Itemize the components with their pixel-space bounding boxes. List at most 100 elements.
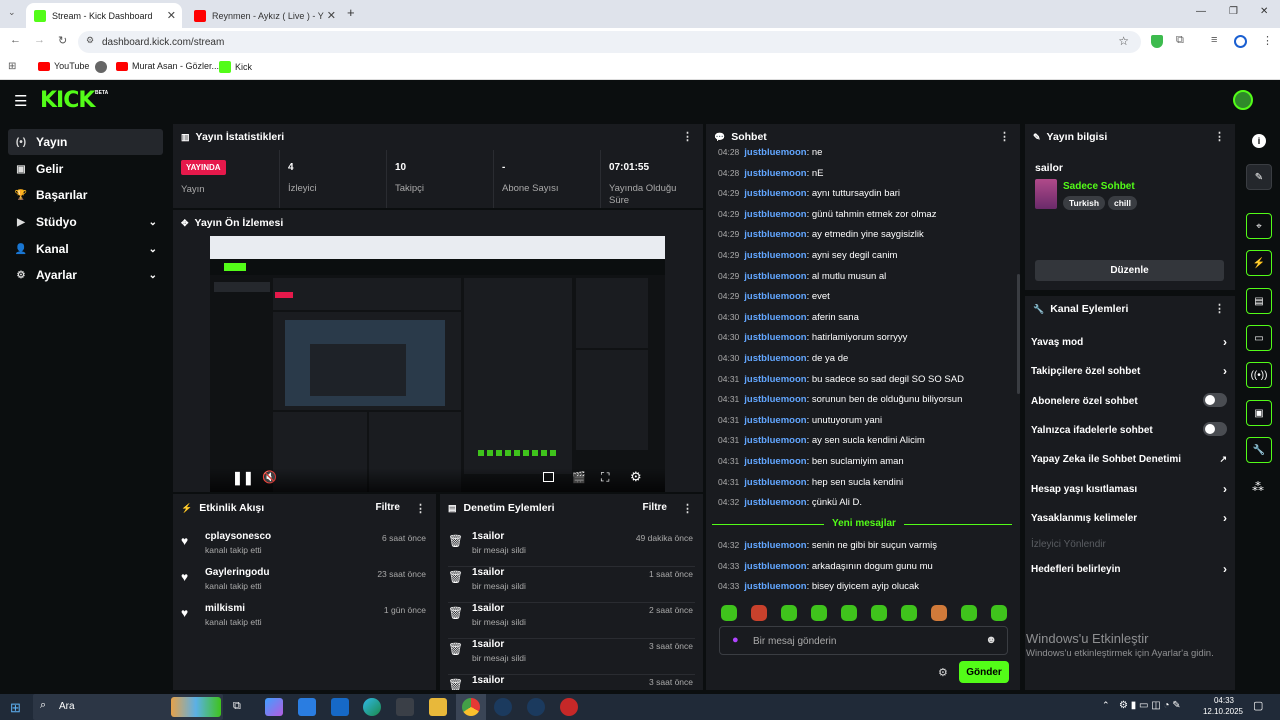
more-options-icon[interactable]: ⋮ xyxy=(999,130,1010,143)
outlook-icon[interactable] xyxy=(331,698,349,716)
chat-message[interactable]: 04:28 justbluemoon: ne xyxy=(718,147,822,158)
menu-icon[interactable]: ⋮ xyxy=(1262,34,1273,47)
send-button[interactable]: Gönder xyxy=(959,661,1009,683)
nav-studyo[interactable]: ▶ Stüdyo ⌄ xyxy=(8,209,163,235)
target-rail-icon[interactable]: ⌖ xyxy=(1246,213,1272,239)
message-username[interactable]: justbluemoon xyxy=(744,353,806,364)
chat-message[interactable]: 04:33 justbluemoon: bisey diyicem ayip ol… xyxy=(718,581,919,592)
steam-icon-2[interactable] xyxy=(527,698,545,716)
nav-kanal[interactable]: 👤 Kanal ⌄ xyxy=(8,236,163,262)
app-icon[interactable] xyxy=(396,698,414,716)
restore-icon[interactable]: ❐ xyxy=(1229,6,1238,17)
profile-icon[interactable] xyxy=(1234,35,1247,48)
tray-chevron-icon[interactable]: ⌃ xyxy=(1102,700,1110,711)
message-username[interactable]: justbluemoon xyxy=(744,250,806,261)
action-subscribers-only[interactable]: Abonelere özel sohbet xyxy=(1031,393,1227,407)
hamburger-menu-icon[interactable]: ☰ xyxy=(14,92,27,110)
bookmark-kick[interactable]: Kick xyxy=(219,61,252,73)
more-options-icon[interactable]: ⋮ xyxy=(682,130,693,143)
message-username[interactable]: justbluemoon xyxy=(744,435,806,446)
message-username[interactable]: justbluemoon xyxy=(744,394,806,405)
chat-message[interactable]: 04:31 justbluemoon: ay sen sucla kendini … xyxy=(718,435,925,446)
tag-chill[interactable]: chill xyxy=(1108,196,1138,210)
nav-yayin[interactable]: (•) Yayın xyxy=(8,129,163,155)
chat-message[interactable]: 04:29 justbluemoon: günü tahmin etmek zor… xyxy=(718,209,936,220)
emote-icon[interactable] xyxy=(961,605,977,621)
taskbar-search[interactable]: ⌕ Ara xyxy=(33,694,223,720)
chat-message[interactable]: 04:33 justbluemoon: arkadaşının dogum gun… xyxy=(718,561,933,572)
pause-icon[interactable]: ❚❚ xyxy=(232,470,254,486)
reload-icon[interactable]: ↻ xyxy=(58,34,67,47)
subscribers-only-toggle[interactable] xyxy=(1203,393,1227,407)
more-options-icon[interactable]: ⋮ xyxy=(415,502,426,515)
chat-rail-icon[interactable]: ▭ xyxy=(1246,325,1272,351)
moderation-item[interactable]: 🗑 1sailor 3 saat önce xyxy=(448,675,695,690)
chrome-icon[interactable] xyxy=(462,698,480,716)
store-icon[interactable] xyxy=(298,698,316,716)
chat-message[interactable]: 04:32 justbluemoon: çünkü Ali D. xyxy=(718,497,862,508)
chat-message[interactable]: 04:29 justbluemoon: al mutlu musun al xyxy=(718,271,886,282)
bookmark-youtube[interactable]: YouTube xyxy=(38,61,89,71)
message-username[interactable]: justbluemoon xyxy=(744,209,806,220)
message-username[interactable]: justbluemoon xyxy=(744,229,806,240)
shield-extension-icon[interactable] xyxy=(1151,35,1163,48)
activity-item[interactable]: ♥ cplaysonesco kanalı takip etti 6 saat önc… xyxy=(181,531,428,567)
microphone-icon[interactable]: ● xyxy=(732,634,739,646)
nav-ayarlar[interactable]: ⚙ Ayarlar ⌄ xyxy=(8,262,163,288)
url-input[interactable]: ⚙ dashboard.kick.com/stream ☆ xyxy=(78,31,1141,53)
windows-start-icon[interactable]: ⊞ xyxy=(10,700,21,716)
emote-icon[interactable] xyxy=(841,605,857,621)
pencil-rail-icon[interactable]: ✎ xyxy=(1246,164,1272,190)
chat-message[interactable]: 04:29 justbluemoon: aynı tuttursaydin bar… xyxy=(718,188,900,199)
media-icon[interactable]: ≡ xyxy=(1211,34,1217,46)
share-rail-icon[interactable]: ⁂ xyxy=(1252,480,1264,494)
edge-icon[interactable] xyxy=(363,698,381,716)
action-banned-words[interactable]: Yasaklanmış kelimeler › xyxy=(1031,511,1227,525)
stream-preview-video[interactable]: ❚❚ 🔇 🎬 ⛶ ⚙ xyxy=(210,236,665,492)
category-thumbnail[interactable] xyxy=(1035,179,1057,209)
message-username[interactable]: justbluemoon xyxy=(744,581,806,592)
pip-icon[interactable] xyxy=(543,472,554,482)
wrench-rail-icon[interactable]: 🔧 xyxy=(1246,437,1272,463)
tab-kick-dashboard[interactable]: Stream - Kick Dashboard ✕ xyxy=(26,3,182,28)
bookmark-murat-asan[interactable]: Murat Asan - Gözler... xyxy=(116,61,219,71)
chat-message[interactable]: 04:31 justbluemoon: unutuyorum yani xyxy=(718,415,882,426)
action-account-age[interactable]: Hesap yaşı kısıtlaması › xyxy=(1031,482,1227,496)
tag-turkish[interactable]: Turkish xyxy=(1063,196,1106,210)
chat-message[interactable]: 04:30 justbluemoon: hatirlamiyorum sorryy… xyxy=(718,332,907,343)
emote-icon[interactable] xyxy=(781,605,797,621)
message-username[interactable]: justbluemoon xyxy=(744,168,806,179)
message-username[interactable]: justbluemoon xyxy=(744,332,806,343)
message-username[interactable]: justbluemoon xyxy=(744,456,806,467)
window-close-icon[interactable]: ✕ xyxy=(1260,6,1268,17)
chat-message[interactable]: 04:31 justbluemoon: sorunun ben de olduğu… xyxy=(718,394,962,405)
emote-icon[interactable] xyxy=(871,605,887,621)
moderation-item[interactable]: 🗑 1sailor bir mesajı sildi 3 saat önce xyxy=(448,639,695,675)
emote-icon[interactable] xyxy=(751,605,767,621)
mute-icon[interactable]: 🔇 xyxy=(262,470,277,484)
activity-item[interactable]: ♥ milkismi kanalı takip etti 1 gün önce xyxy=(181,603,428,639)
layout-rail-icon[interactable]: ▣ xyxy=(1246,400,1272,426)
close-tab-icon[interactable]: ✕ xyxy=(167,9,176,22)
chat-message[interactable]: 04:29 justbluemoon: ayni sey degil canim xyxy=(718,250,897,261)
filter-button[interactable]: Filtre xyxy=(376,502,400,513)
tab-list-icon[interactable]: ⌄ xyxy=(8,7,16,18)
emote-icon[interactable] xyxy=(991,605,1007,621)
kick-logo[interactable]: KICK xyxy=(40,88,95,113)
chat-message[interactable]: 04:31 justbluemoon: hep sen sucla kendini xyxy=(718,477,903,488)
chat-message[interactable]: 04:30 justbluemoon: de ya de xyxy=(718,353,848,364)
message-username[interactable]: justbluemoon xyxy=(744,312,806,323)
message-username[interactable]: justbluemoon xyxy=(744,271,806,282)
emotes-only-toggle[interactable] xyxy=(1203,422,1227,436)
message-username[interactable]: justbluemoon xyxy=(744,497,806,508)
action-ai-moderation[interactable]: Yapay Zeka ile Sohbet Denetimi ↗ xyxy=(1031,454,1227,465)
moderation-item[interactable]: 🗑 1sailor bir mesajı sildi 1 saat önce xyxy=(448,567,695,603)
chat-message[interactable]: 04:28 justbluemoon: nE xyxy=(718,168,823,179)
broadcast-rail-icon[interactable]: ((•)) xyxy=(1246,362,1272,388)
gear-icon[interactable]: ⚙ xyxy=(630,469,642,485)
emote-icon[interactable] xyxy=(721,605,737,621)
fullscreen-icon[interactable]: ⛶ xyxy=(601,470,609,485)
message-username[interactable]: justbluemoon xyxy=(744,561,806,572)
chat-message[interactable]: 04:29 justbluemoon: ay etmedin yine saygi… xyxy=(718,229,924,240)
emote-icon[interactable] xyxy=(811,605,827,621)
